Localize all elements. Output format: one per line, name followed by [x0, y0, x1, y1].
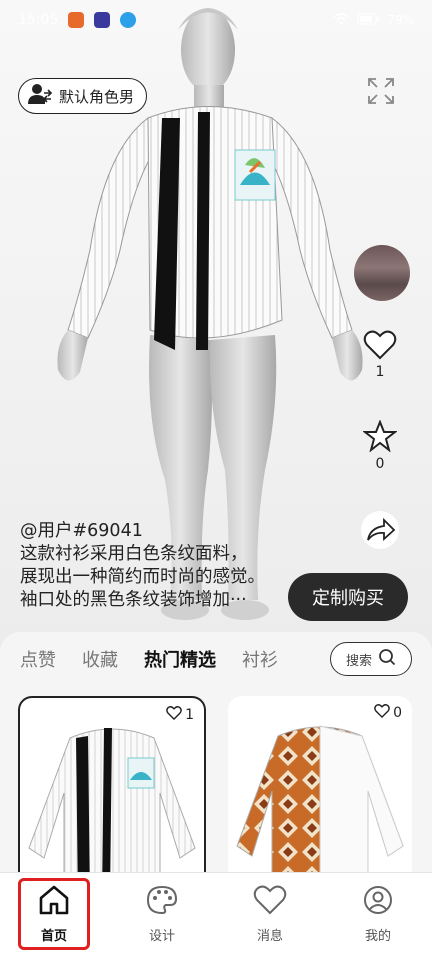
design-description: @用户#69041 这款衬衫采用白色条纹面料， 展现出一种简约而时尚的感觉。 袖…: [20, 520, 280, 612]
tab-featured[interactable]: 热门精选: [144, 646, 216, 672]
search-button[interactable]: 搜索: [330, 642, 412, 676]
card-like-count: 0: [374, 704, 402, 722]
heart-icon[interactable]: [363, 330, 397, 364]
tab-shirts[interactable]: 衬衫: [242, 646, 278, 672]
nav-profile[interactable]: 我的: [343, 885, 413, 955]
like-count: 1: [375, 364, 385, 380]
like-action[interactable]: 1: [358, 330, 402, 380]
shirt-thumbnail: [236, 725, 404, 896]
avatar-select-button[interactable]: 默认角色男: [18, 78, 148, 114]
heart-icon: [253, 885, 287, 919]
fullscreen-icon[interactable]: [366, 76, 396, 106]
card-like-value: 1: [185, 707, 194, 723]
design-card[interactable]: 0: [228, 696, 412, 896]
share-icon[interactable]: [360, 511, 400, 554]
avatar-select-label: 默认角色男: [59, 87, 135, 106]
search-icon: [378, 648, 396, 670]
design-author: @用户#69041: [20, 521, 143, 541]
feed-panel: 点赞 收藏 热门精选 衬衫 搜索 1 0: [0, 632, 432, 900]
shirt-thumbnail: [28, 728, 196, 898]
star-icon[interactable]: [362, 419, 398, 456]
user-icon: [362, 885, 394, 919]
fabric-swatch[interactable]: [354, 245, 410, 301]
battery-icon: [357, 12, 380, 28]
favorite-count: 0: [375, 456, 385, 472]
description-line: 这款衬衫采用白色条纹面料，: [20, 544, 248, 564]
avatar-switch-icon: [27, 82, 53, 110]
description-line: 展现出一种简约而时尚的感觉。: [20, 567, 265, 587]
card-like-count: 1: [166, 706, 194, 724]
battery-level: 79%: [387, 13, 414, 27]
share-action[interactable]: [358, 510, 402, 554]
nav-messages-label: 消息: [256, 929, 283, 944]
favorite-action[interactable]: 0: [358, 419, 402, 472]
status-bar: 15:05 79%: [0, 0, 432, 40]
tab-favorites[interactable]: 收藏: [82, 646, 118, 672]
home-highlight-box: [18, 878, 90, 950]
heart-icon: [374, 704, 390, 722]
status-time: 15:05: [18, 12, 59, 28]
wifi-icon: [333, 12, 349, 28]
tab-likes[interactable]: 点赞: [20, 646, 56, 672]
browser-app-icon: [120, 12, 137, 28]
search-label: 搜索: [345, 653, 372, 669]
custom-buy-button[interactable]: 定制购买: [288, 573, 408, 621]
nav-messages[interactable]: 消息: [235, 885, 305, 955]
nav-design[interactable]: 设计: [127, 885, 197, 955]
video-app-icon: [94, 12, 111, 28]
feed-tabs: 点赞 收藏 热门精选 衬衫: [20, 646, 278, 672]
description-line: 袖口处的黑色条纹装饰增加···: [20, 590, 247, 610]
nav-profile-label: 我的: [364, 929, 391, 944]
app-notification-icon: [68, 12, 85, 28]
card-like-value: 0: [393, 705, 402, 721]
nav-design-label: 设计: [148, 929, 175, 944]
design-card[interactable]: 1: [18, 696, 206, 900]
heart-icon: [166, 706, 182, 724]
palette-icon: [146, 885, 178, 919]
